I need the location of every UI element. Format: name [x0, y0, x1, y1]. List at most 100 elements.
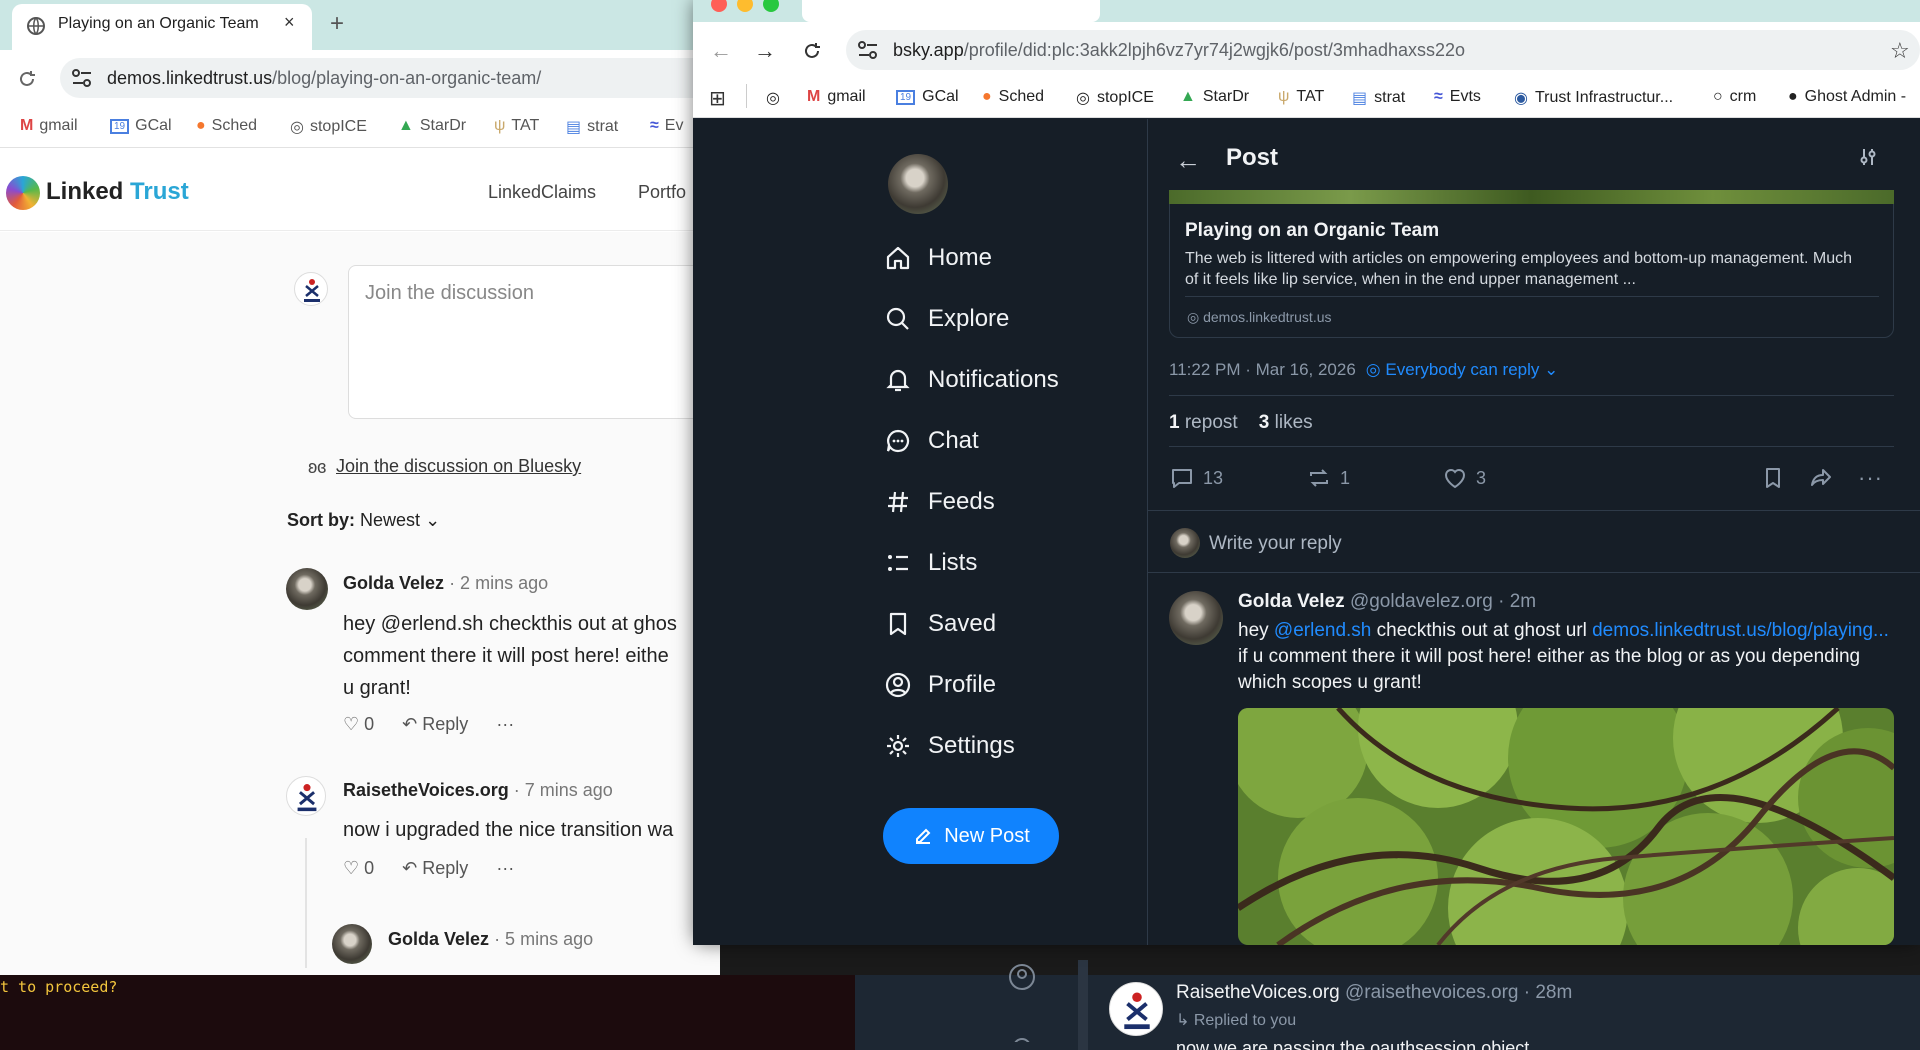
new-post-button[interactable]: New Post — [883, 808, 1059, 864]
gear-icon — [887, 735, 909, 757]
terminal-prompt: t to proceed? — [0, 978, 118, 996]
back-icon[interactable]: ← — [710, 38, 732, 64]
right-browser-tab[interactable] — [802, 0, 1100, 22]
bookmark-stardr[interactable]: ▲ StarDr — [1180, 88, 1249, 106]
reload-icon[interactable] — [801, 40, 823, 62]
write-reply-input[interactable]: Write your reply — [1209, 533, 1342, 555]
globe-icon: ◎ — [1076, 90, 1090, 107]
bookmark-strat[interactable]: ▤ strat — [1352, 88, 1405, 108]
reply-setting-button[interactable]: ◎ Everybody can reply ⌄ — [1366, 360, 1559, 379]
share-button[interactable] — [1808, 465, 1834, 491]
nav-chat[interactable]: Chat — [884, 427, 979, 455]
back-arrow-icon[interactable]: ← — [1175, 145, 1201, 176]
close-window-button[interactable] — [711, 0, 727, 12]
background-profile-icon — [1009, 964, 1035, 1042]
sort-control[interactable]: Sort by: Newest ⌄ — [287, 510, 440, 531]
bookmark-crm[interactable]: ○ crm — [1713, 88, 1756, 106]
globe-icon[interactable]: ◎ — [766, 88, 780, 108]
post-stats[interactable]: 1 repost 3 likes — [1169, 412, 1313, 434]
link-card-domain: ◎ demos.linkedtrust.us — [1187, 309, 1332, 325]
apps-grid-icon[interactable]: ⊞ — [709, 86, 726, 111]
right-url-text[interactable]: bsky.app/profile/did:plc:3akk2lpjh6vz7yr… — [893, 40, 1465, 61]
repost-button[interactable]: 1 — [1306, 465, 1350, 491]
bookmark-gmail[interactable]: Mgmail — [807, 88, 866, 106]
more-options-icon[interactable]: ··· — [496, 714, 514, 735]
comment-body: now i upgraded the nice transition wa — [343, 819, 674, 841]
repost-icon — [1310, 469, 1328, 487]
like-button[interactable]: ♡ 0 — [343, 858, 374, 879]
bookmark-tat[interactable]: ψ TAT — [494, 117, 539, 135]
nav-portfolio[interactable]: Portfo — [638, 182, 686, 203]
new-tab-button[interactable]: + — [330, 10, 344, 38]
background-column-divider — [1078, 960, 1088, 1050]
site-settings-icon[interactable] — [857, 40, 879, 60]
reply-button[interactable]: ↶ Reply — [402, 858, 468, 879]
nav-home[interactable]: Home — [884, 244, 992, 272]
bookmark-sched[interactable]: ● Sched — [196, 117, 257, 135]
bookmark-stopice[interactable]: ◎ stopICE — [290, 117, 367, 137]
nav-saved[interactable]: Saved — [884, 610, 996, 638]
reload-icon[interactable] — [16, 68, 38, 90]
nav-profile[interactable]: Profile — [884, 671, 996, 699]
site-settings-icon[interactable] — [71, 68, 93, 88]
like-button[interactable]: 3 — [1442, 465, 1486, 491]
nav-notifications[interactable]: Notifications — [884, 366, 1059, 394]
nav-explore[interactable]: Explore — [884, 305, 1009, 333]
bookmark-trust-infrastructure[interactable]: ◉ Trust Infrastructur... — [1514, 88, 1673, 108]
bookmark-gcal[interactable]: 19 GCal — [110, 117, 172, 135]
nav-settings[interactable]: Settings — [884, 732, 1015, 760]
close-tab-icon[interactable]: × — [284, 12, 295, 33]
calendar-icon: 19 — [110, 118, 130, 134]
tree-canopy-image — [1238, 708, 1894, 945]
bookmark-tat[interactable]: ψ TAT — [1278, 88, 1324, 106]
mention-link[interactable]: @erlend.sh — [1274, 620, 1371, 641]
blog-link[interactable]: demos.linkedtrust.us/blog/playing... — [1592, 620, 1889, 641]
bookmark-sched[interactable]: ● Sched — [982, 88, 1044, 106]
thread-line — [305, 838, 307, 968]
reply-button[interactable]: 13 — [1169, 465, 1223, 491]
reply-button[interactable]: ↶ Reply — [402, 714, 468, 735]
plant-icon: ψ — [1278, 88, 1290, 105]
replied-to-label: ↳ Replied to you — [1176, 1012, 1297, 1029]
comment-time: · 5 mins ago — [494, 929, 594, 949]
home-icon — [886, 246, 910, 270]
bookmark-gcal[interactable]: 19 GCal — [896, 88, 959, 106]
wave-icon: ≈ — [650, 117, 659, 134]
ring-icon: ○ — [1713, 88, 1723, 105]
sliders-icon[interactable] — [1857, 146, 1879, 168]
comment-body: hey @erlend.sh checkthis out at ghos com… — [343, 613, 677, 699]
post-timestamp: 11:22 PM · Mar 16, 2026 ◎ Everybody can r… — [1169, 360, 1559, 379]
nav-feeds[interactable]: Feeds — [884, 488, 995, 516]
save-button[interactable] — [1760, 465, 1786, 491]
user-avatar-golda[interactable] — [1169, 591, 1223, 645]
maximize-window-button[interactable] — [763, 0, 779, 12]
bookmark-stopice[interactable]: ◎ stopICE — [1076, 88, 1154, 108]
reply-image[interactable] — [1238, 708, 1894, 945]
comment-icon — [1172, 469, 1192, 488]
plant-icon: ψ — [494, 117, 506, 134]
bookmark-strat[interactable]: ▤ strat — [566, 117, 618, 137]
more-options-icon[interactable]: ··· — [496, 858, 514, 879]
drive-icon: ▲ — [1180, 88, 1196, 105]
left-url-text[interactable]: demos.linkedtrust.us/blog/playing-on-an-… — [107, 68, 541, 89]
bookmark-ghost-admin[interactable]: ● Ghost Admin - — [1788, 88, 1906, 106]
site-logo[interactable]: Linked Trust — [46, 178, 189, 206]
my-avatar[interactable] — [888, 154, 948, 214]
nav-lists[interactable]: Lists — [884, 549, 977, 577]
like-button[interactable]: ♡ 0 — [343, 714, 374, 735]
bookmark-gmail[interactable]: Mgmail — [20, 117, 78, 135]
join-on-bluesky-link[interactable]: Join the discussion on Bluesky — [336, 456, 581, 477]
comment-actions: ♡ 0 ↶ Reply ··· — [343, 858, 514, 879]
minimize-window-button[interactable] — [737, 0, 753, 12]
bookmark-star-icon[interactable]: ☆ — [1890, 38, 1910, 64]
forward-icon[interactable]: → — [754, 38, 776, 64]
more-options-icon: ··· — [1858, 465, 1883, 490]
nav-linkedclaims[interactable]: LinkedClaims — [488, 182, 596, 203]
more-options-button[interactable]: ··· — [1858, 465, 1883, 491]
url-host: demos.linkedtrust.us — [107, 68, 273, 88]
docs-icon: ▤ — [1352, 90, 1368, 107]
bookmark-evts[interactable]: ≈ Ev — [650, 117, 683, 135]
bookmark-stardr[interactable]: ▲ StarDr — [398, 117, 466, 135]
gmail-icon: M — [20, 117, 34, 134]
bookmark-evts[interactable]: ≈ Evts — [1434, 88, 1481, 106]
